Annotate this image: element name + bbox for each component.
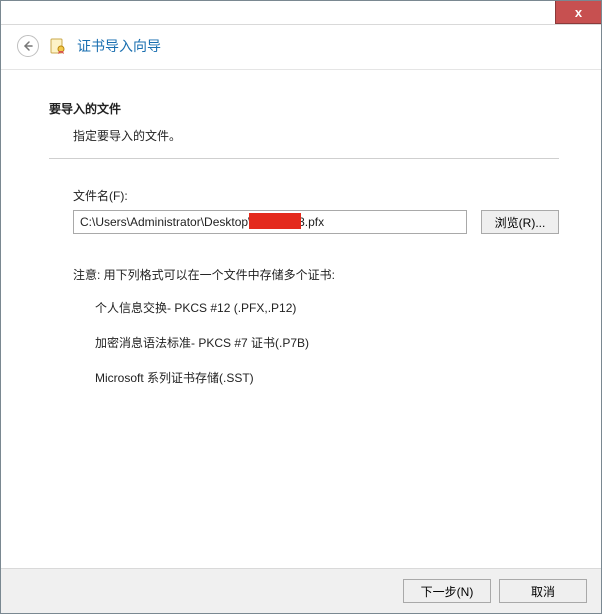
formats-note: 注意: 用下列格式可以在一个文件中存储多个证书:	[73, 266, 559, 283]
arrow-left-icon	[22, 40, 34, 52]
format-item: 加密消息语法标准- PKCS #7 证书(.P7B)	[95, 334, 559, 351]
close-icon: x	[575, 5, 582, 20]
wizard-title: 证书导入向导	[77, 36, 161, 56]
wizard-content: 要导入的文件 指定要导入的文件。 文件名(F): 浏览(R)... 注意: 用下…	[1, 70, 601, 568]
section-description: 指定要导入的文件。	[73, 127, 559, 144]
file-name-label: 文件名(F):	[73, 187, 559, 204]
certificate-import-wizard-dialog: x 证书导入向导 要导入的文件 指定要导入的文件。 文件名(F):	[0, 0, 602, 614]
certificate-icon	[49, 37, 67, 55]
wizard-header: 证书导入向导	[1, 25, 601, 70]
wizard-footer: 下一步(N) 取消	[1, 568, 601, 613]
format-list: 个人信息交换- PKCS #12 (.PFX,.P12) 加密消息语法标准- P…	[95, 299, 559, 386]
close-button[interactable]: x	[555, 1, 601, 24]
file-input-wrap	[73, 210, 467, 234]
cancel-button[interactable]: 取消	[499, 579, 587, 603]
next-button[interactable]: 下一步(N)	[403, 579, 491, 603]
browse-button[interactable]: 浏览(R)...	[481, 210, 559, 234]
file-name-input[interactable]	[73, 210, 467, 234]
format-item: Microsoft 系列证书存储(.SST)	[95, 369, 559, 386]
titlebar: x	[1, 1, 601, 25]
format-item: 个人信息交换- PKCS #12 (.PFX,.P12)	[95, 299, 559, 316]
divider	[49, 158, 559, 159]
back-button[interactable]	[17, 35, 39, 57]
section-title: 要导入的文件	[49, 100, 559, 117]
file-row: 浏览(R)...	[73, 210, 559, 234]
